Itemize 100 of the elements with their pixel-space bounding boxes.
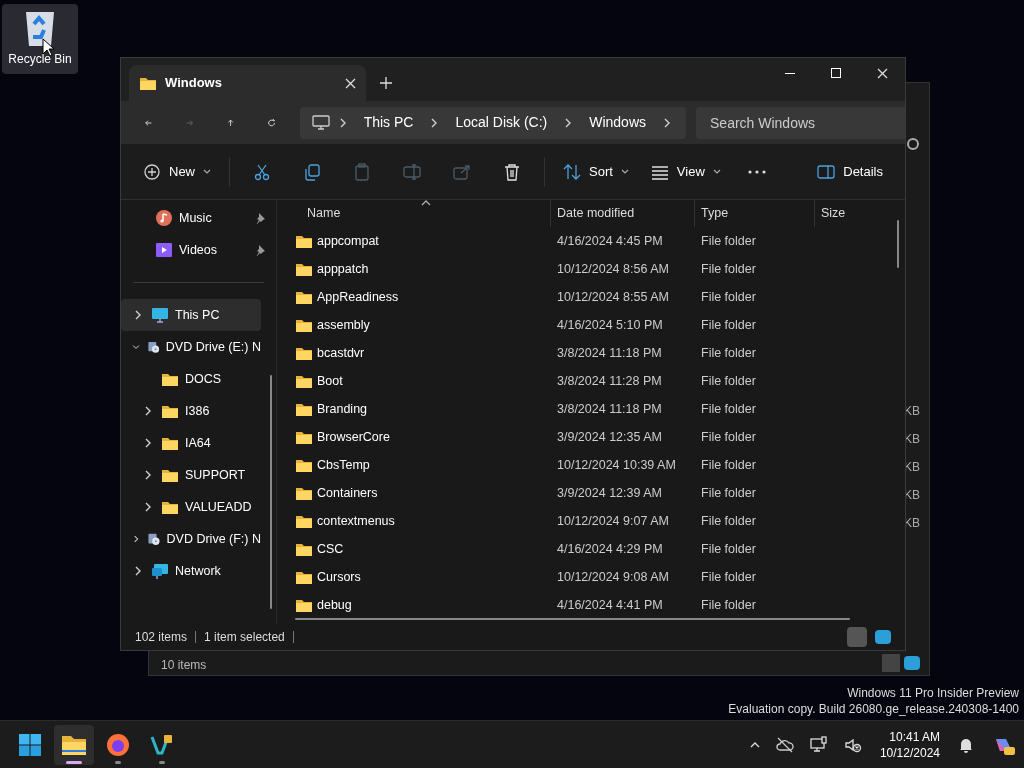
- status-separator: [292, 631, 294, 643]
- folder-icon: [61, 733, 87, 756]
- folder-icon: [295, 401, 313, 417]
- tree-item[interactable]: This PC: [121, 299, 261, 331]
- tree-item[interactable]: DVD Drive (F:) N: [121, 523, 261, 555]
- status-item-count: 10 items: [161, 657, 207, 674]
- quick-access-item[interactable]: Music: [121, 202, 276, 234]
- file-row[interactable]: CbsTemp 10/12/2024 10:39 AM File folder: [277, 451, 905, 479]
- build-info-text: Evaluation copy. Build 26080.ge_release.240308-1400: [728, 701, 1019, 717]
- pin-icon[interactable]: [254, 244, 266, 256]
- folder-icon: [161, 499, 179, 515]
- plus-icon[interactable]: [380, 77, 392, 89]
- file-name: AppReadiness: [317, 288, 399, 306]
- more-dots-icon: [747, 169, 766, 174]
- file-row[interactable]: AppReadiness 10/12/2024 8:55 AM File folder: [277, 283, 905, 311]
- type-cell-text: File folder: [700, 540, 757, 558]
- file-row[interactable]: contextmenus 10/12/2024 9:07 AM File folder: [277, 507, 905, 535]
- clock[interactable]: 10:41 AM 10/12/2024: [871, 728, 948, 761]
- tree-item[interactable]: SUPPORT: [121, 459, 261, 491]
- cloud-off-icon[interactable]: [775, 735, 794, 754]
- type-cell-text: File folder: [700, 596, 757, 614]
- horizontal-scrollbar-thumb[interactable]: [295, 618, 850, 620]
- window-tab[interactable]: Windows: [129, 65, 366, 101]
- type-cell-text: File folder: [700, 512, 757, 530]
- taskbar-app[interactable]: [54, 724, 94, 765]
- tree-item[interactable]: DVD Drive (E:) N: [121, 331, 261, 363]
- type-cell-text: File folder: [700, 400, 757, 418]
- folder-icon: [295, 289, 313, 305]
- tree-item[interactable]: VALUEADD: [121, 491, 261, 523]
- file-row[interactable]: appcompat 4/16/2024 4:45 PM File folder: [277, 227, 905, 255]
- sort-ascending-icon: [421, 200, 431, 206]
- tree-item[interactable]: Network: [121, 555, 261, 587]
- desktop-icon[interactable]: Recycle Bin: [2, 4, 78, 74]
- close-icon[interactable]: [876, 67, 888, 79]
- folder-icon: [161, 435, 179, 451]
- network-monitor-icon[interactable]: [809, 735, 828, 754]
- type-cell-text: File folder: [700, 484, 757, 502]
- date-cell-text: 3/9/2024 12:39 AM: [556, 484, 663, 502]
- pin-icon[interactable]: [254, 212, 266, 224]
- share-icon: [453, 162, 471, 181]
- file-name: Containers: [317, 484, 378, 502]
- file-row[interactable]: apppatch 10/12/2024 8:56 AM File folder: [277, 255, 905, 283]
- date-cell-text: 4/16/2024 5:10 PM: [556, 316, 664, 334]
- quick-access-item[interactable]: Videos: [121, 234, 276, 266]
- file-row[interactable]: assembly 4/16/2024 5:10 PM File folder: [277, 311, 905, 339]
- column-header[interactable]: Size: [814, 200, 884, 227]
- file-row[interactable]: bcastdvr 3/8/2024 11:18 PM File folder: [277, 339, 905, 367]
- file-name: assembly: [317, 316, 370, 334]
- date-cell-text: 10/12/2024 8:56 AM: [556, 260, 670, 278]
- type-cell-text: File folder: [700, 232, 757, 250]
- tree-item[interactable]: DOCS: [121, 363, 261, 395]
- date-cell-text: 10/12/2024 8:55 AM: [556, 288, 670, 306]
- chevron-up-icon: [749, 741, 760, 748]
- tree-item[interactable]: I386: [121, 395, 261, 427]
- folder-icon: [295, 541, 313, 557]
- date-cell-text: 3/9/2024 12:35 AM: [556, 428, 663, 446]
- windows-logo-icon: [18, 732, 42, 757]
- file-name: Boot: [317, 372, 343, 390]
- sort-button[interactable]: Sort: [553, 153, 639, 190]
- folder-icon: [295, 457, 313, 473]
- address-bar[interactable]: This PC Local Disk (C:) Windows: [299, 106, 686, 139]
- column-header[interactable]: Name: [277, 200, 550, 227]
- details-button[interactable]: Details: [807, 153, 893, 190]
- scrollbar-thumb[interactable]: [270, 375, 272, 609]
- file-row[interactable]: CSC 4/16/2024 4:29 PM File folder: [277, 535, 905, 563]
- folder-icon: [295, 233, 313, 249]
- tree-item[interactable]: IA64: [121, 427, 261, 459]
- file-name: CSC: [317, 540, 344, 558]
- file-row[interactable]: Boot 3/8/2024 11:28 PM File folder: [277, 367, 905, 395]
- file-row[interactable]: BrowserCore 3/9/2024 12:35 AM File folder: [277, 423, 905, 451]
- type-cell-text: File folder: [700, 260, 757, 278]
- monitor-icon: [151, 306, 169, 324]
- folder-icon: [295, 485, 313, 501]
- close-tab-icon[interactable]: [345, 77, 356, 89]
- column-header[interactable]: Date modified: [550, 200, 694, 227]
- date-cell-text: 4/16/2024 4:45 PM: [556, 232, 664, 250]
- breadcrumb-item[interactable]: Windows: [581, 112, 654, 133]
- breadcrumb-item[interactable]: This PC: [355, 112, 422, 133]
- new-button[interactable]: New: [133, 153, 221, 190]
- column-header[interactable]: Type: [694, 200, 814, 227]
- desktop-icon-label: Recycle Bin: [8, 51, 72, 68]
- film-icon: [155, 241, 173, 259]
- scrollbar-thumb[interactable]: [897, 220, 899, 268]
- file-row[interactable]: Branding 3/8/2024 11:18 PM File folder: [277, 395, 905, 423]
- file-row[interactable]: debug 4/16/2024 4:41 PM File folder: [277, 591, 905, 619]
- details-pane-icon: [817, 162, 836, 181]
- folder-icon: [295, 345, 313, 361]
- type-cell-text: File folder: [700, 568, 757, 586]
- network-icon: [151, 562, 169, 580]
- monitor-icon: [311, 114, 330, 131]
- file-row[interactable]: Cursors 10/12/2024 9:08 AM File folder: [277, 563, 905, 591]
- folder-icon: [295, 429, 313, 445]
- search-field[interactable]: Search Windows: [696, 106, 905, 139]
- file-row[interactable]: Containers 3/9/2024 12:39 AM File folder: [277, 479, 905, 507]
- type-cell-text: File folder: [700, 344, 757, 362]
- date-cell-text: 10/12/2024 9:08 AM: [556, 568, 670, 586]
- breadcrumb-item[interactable]: Local Disk (C:): [447, 112, 556, 133]
- date-cell-text: 4/16/2024 4:29 PM: [556, 540, 664, 558]
- date-cell-text: 10/12/2024 9:07 AM: [556, 512, 670, 530]
- view-button[interactable]: View: [640, 153, 731, 190]
